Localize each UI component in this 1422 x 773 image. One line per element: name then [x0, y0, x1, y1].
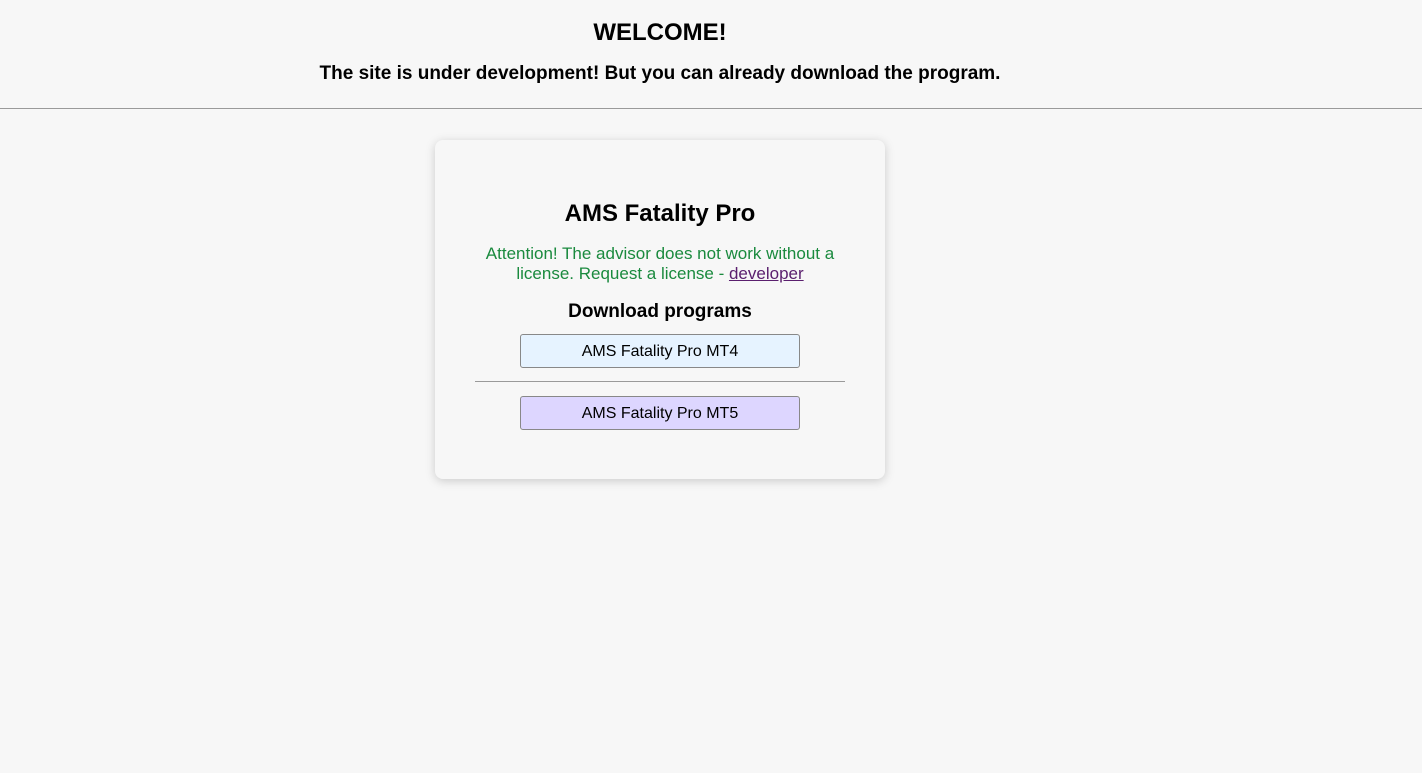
download-mt5-button[interactable]: AMS Fatality Pro MT5 — [520, 396, 800, 430]
header-divider — [0, 108, 1422, 109]
buttons-divider — [475, 381, 845, 382]
download-card: AMS Fatality Pro Attention! The advisor … — [435, 140, 885, 479]
product-title: AMS Fatality Pro — [564, 200, 756, 227]
page-header: WELCOME! The site is under development! … — [0, 0, 1320, 86]
download-programs-heading: Download programs — [568, 301, 752, 322]
development-notice: The site is under development! But you c… — [319, 63, 1001, 84]
welcome-heading: WELCOME! — [593, 19, 727, 46]
download-mt4-button[interactable]: AMS Fatality Pro MT4 — [520, 334, 800, 368]
license-notice: Attention! The advisor does not work wit… — [480, 244, 840, 284]
developer-link[interactable]: developer — [729, 264, 804, 283]
